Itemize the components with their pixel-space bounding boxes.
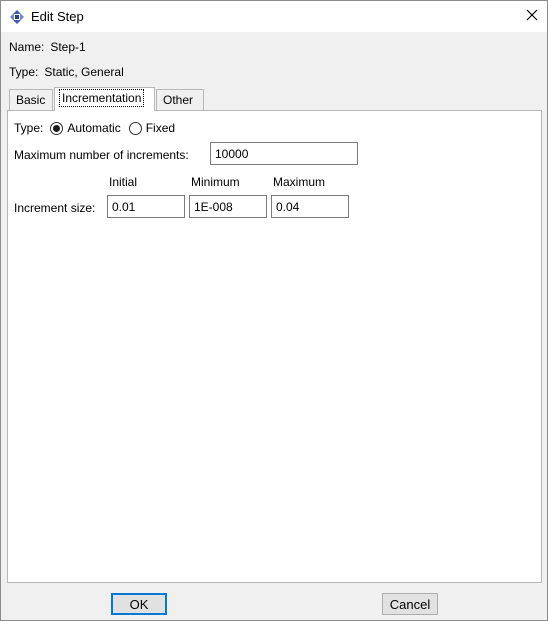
fixed-radio[interactable]: [128, 121, 142, 135]
tab-basic[interactable]: Basic: [9, 89, 53, 111]
name-value: Step-1: [50, 40, 86, 54]
cancel-button[interactable]: Cancel: [382, 593, 438, 615]
type-row: Type: Automatic Fixed: [14, 121, 175, 135]
incrementation-panel: Type: Automatic Fixed Maximum number of …: [7, 110, 542, 583]
max-increments-row: Maximum number of increments:: [14, 148, 189, 162]
tab-other[interactable]: Other: [156, 89, 204, 111]
increment-type-label: Type:: [14, 121, 44, 135]
maximum-increment-input[interactable]: [271, 195, 349, 218]
max-increments-input[interactable]: [210, 142, 358, 165]
abaqus-step-icon: [9, 9, 25, 25]
minimum-column-header: Minimum: [191, 175, 240, 189]
tab-other-label: Other: [163, 93, 194, 107]
increment-size-label: Increment size:: [14, 201, 96, 215]
name-label: Name:: [9, 40, 45, 54]
tab-incrementation[interactable]: Incrementation: [54, 87, 155, 111]
type-label: Type:: [9, 65, 39, 79]
type-value: Static, General: [44, 65, 124, 79]
ok-button[interactable]: OK: [111, 593, 167, 615]
initial-column-header: Initial: [109, 175, 138, 189]
automatic-radio[interactable]: [50, 121, 64, 135]
close-button[interactable]: [517, 1, 547, 32]
tab-incrementation-label: Incrementation: [58, 89, 145, 107]
fixed-label[interactable]: Fixed: [146, 121, 175, 135]
automatic-label[interactable]: Automatic: [67, 121, 120, 135]
tab-basic-label: Basic: [16, 93, 46, 107]
close-icon: [526, 9, 538, 24]
title-bar[interactable]: Edit Step: [1, 1, 547, 32]
cancel-button-label: Cancel: [389, 596, 431, 612]
ok-button-label: OK: [129, 596, 149, 612]
initial-increment-input[interactable]: [107, 195, 185, 218]
maximum-column-header: Maximum: [273, 175, 326, 189]
step-type-line: Type: Static, General: [9, 65, 124, 79]
step-name-line: Name: Step-1: [9, 40, 86, 54]
edit-step-dialog: Edit Step Name: Step-1 Type: Static, Gener…: [0, 0, 548, 621]
window-title: Edit Step: [31, 9, 84, 24]
minimum-increment-input[interactable]: [189, 195, 267, 218]
increment-size-row: Increment size:: [14, 201, 95, 215]
max-increments-label: Maximum number of increments:: [14, 148, 189, 162]
